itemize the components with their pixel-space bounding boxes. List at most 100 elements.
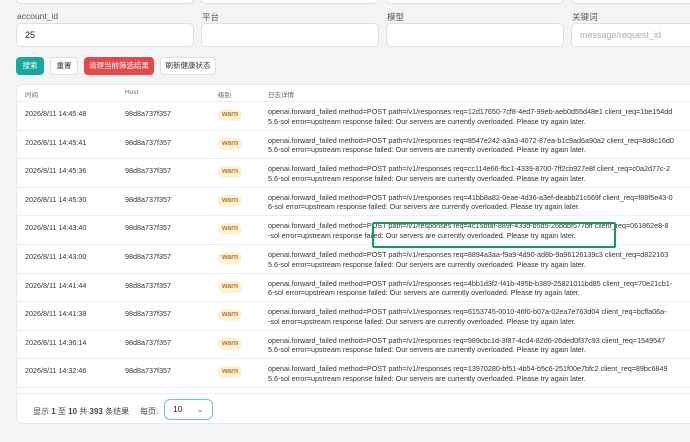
- row-host: 98d8a737f357: [125, 280, 171, 290]
- row-time: 2026/8/11 14:43:40: [25, 223, 87, 233]
- detail-line-2: 5.6-sol error=upstream response failed: …: [268, 116, 586, 126]
- keyword-input[interactable]: message/request_id: [571, 23, 690, 47]
- row-detail: openai.forward_failed method=POST path=/…: [268, 279, 672, 298]
- per-page-label: 每页:: [140, 407, 159, 416]
- top-input-stub-4[interactable]: [571, 0, 690, 4]
- account-id-value: 25: [25, 30, 36, 40]
- table-row[interactable]: 2026/8/11 14:43:00 98d8a737f357 warn ope…: [17, 245, 690, 274]
- detail-line-2: 5.6-sol error=upstream response failed: …: [268, 373, 586, 383]
- row-time: 2026/8/11 14:45:41: [25, 137, 87, 147]
- search-button[interactable]: 搜索: [16, 57, 44, 75]
- detail-line-2: -sol error=upstream response failed: Our…: [268, 230, 576, 240]
- level-badge: warn: [218, 309, 242, 322]
- header-detail: 日志详情: [268, 92, 294, 99]
- detail-line-1: openai.forward_failed method=POST path=/…: [268, 364, 668, 374]
- pagination-bar: 显示 1 至 10 共 393 条结果 每页: 10 ⌄: [17, 393, 690, 423]
- level-badge: warn: [218, 280, 242, 293]
- table-row[interactable]: 2026/8/11 14:41:44 98d8a737f357 warn ope…: [17, 274, 690, 303]
- keyword-label: 关键词: [572, 12, 598, 22]
- chevron-down-icon: ⌄: [196, 404, 204, 414]
- reset-button[interactable]: 重置: [50, 57, 78, 75]
- level-badge: warn: [218, 109, 242, 121]
- detail-line-1: openai.forward_failed method=POST path=/…: [268, 278, 673, 288]
- refresh-health-button[interactable]: 刷新健康状态: [160, 57, 216, 75]
- account-id-input[interactable]: 25: [16, 23, 194, 47]
- detail-line-1: openai.forward_failed method=POST path=/…: [268, 135, 674, 145]
- keyword-placeholder: message/request_id: [580, 30, 662, 40]
- table-row[interactable]: 2026/8/11 14:45:48 98d8a737f357 warn ope…: [17, 102, 690, 131]
- table-row[interactable]: 2026/8/11 14:32:46 98d8a737f357 warn ope…: [17, 359, 690, 388]
- table-row[interactable]: 2026/8/11 14:45:36 98d8a737f357 warn ope…: [17, 159, 690, 188]
- row-detail: openai.forward_failed method=POST path=/…: [268, 307, 667, 326]
- table-row[interactable]: 2026/8/11 14:43:40 98d8a737f357 warn ope…: [17, 216, 690, 245]
- row-detail: openai.forward_failed method=POST path=/…: [268, 193, 673, 212]
- detail-line-1: openai.forward_failed method=POST path=/…: [268, 164, 670, 174]
- top-input-stub-3[interactable]: [386, 0, 564, 4]
- row-host: 98d8a737f357: [125, 223, 171, 233]
- header-level: 级别: [218, 92, 231, 99]
- table-row[interactable]: 2026/8/11 14:45:41 98d8a737f357 warn ope…: [17, 131, 690, 160]
- row-detail: openai.forward_failed method=POST path=/…: [268, 107, 672, 126]
- row-time: 2026/8/11 14:45:30: [25, 194, 87, 204]
- range-sep: 至: [57, 407, 66, 416]
- level-badge: warn: [218, 252, 242, 264]
- per-page-value: 10: [173, 404, 183, 414]
- model-label: 模型: [387, 12, 405, 22]
- row-detail: openai.forward_failed method=POST path=/…: [268, 364, 667, 383]
- row-detail: openai.forward_failed method=POST path=/…: [268, 336, 665, 355]
- detail-line-1: openai.forward_failed method=POST path=/…: [268, 221, 669, 231]
- row-time: 2026/8/11 14:41:44: [25, 280, 87, 290]
- detail-line-1: openai.forward_failed method=POST path=/…: [268, 192, 673, 202]
- per-page-select[interactable]: 10 ⌄: [164, 399, 213, 420]
- table-row[interactable]: 2026/8/11 14:45:30 98d8a737f357 warn ope…: [17, 188, 690, 217]
- row-time: 2026/8/11 14:36:14: [25, 337, 87, 347]
- range-to: 10: [68, 407, 78, 416]
- detail-line-2: 5.6-sol error=upstream response failed: …: [268, 173, 586, 183]
- header-host: Host: [125, 89, 139, 96]
- level-badge: warn: [218, 366, 242, 379]
- platform-input[interactable]: [201, 23, 379, 47]
- model-input[interactable]: [386, 23, 564, 47]
- row-host: 98d8a737f357: [125, 137, 171, 147]
- detail-line-1: openai.forward_failed method=POST path=/…: [268, 250, 669, 259]
- total-prefix: 共: [79, 407, 88, 416]
- total-count: 393: [89, 407, 103, 416]
- row-detail: openai.forward_failed method=POST path=/…: [268, 250, 668, 269]
- log-table-card: 时间 Host 级别 日志详情 2026/8/11 14:45:48 98d8a…: [16, 84, 690, 424]
- row-host: 98d8a737f357: [125, 109, 171, 118]
- detail-line-2: 5.6-sol error=upstream response failed: …: [268, 145, 586, 155]
- level-badge: warn: [218, 194, 242, 207]
- row-host: 98d8a737f357: [125, 366, 171, 376]
- platform-label: 平台: [202, 12, 220, 22]
- detail-line-2: 6-sol error=upstream response failed: Ou…: [268, 202, 580, 212]
- level-badge: warn: [218, 337, 242, 350]
- account-id-label: account_id: [17, 11, 59, 21]
- row-time: 2026/8/11 14:43:00: [25, 252, 87, 261]
- top-input-stub-1[interactable]: [16, 0, 194, 4]
- level-badge: warn: [218, 166, 242, 179]
- row-detail: openai.forward_failed method=POST path=/…: [268, 136, 674, 155]
- detail-line-1: openai.forward_failed method=POST path=/…: [268, 307, 667, 317]
- detail-line-2: 6-sol error=upstream response failed: Ou…: [268, 288, 580, 298]
- pagination-summary: 显示 1 至 10 共 393 条结果: [33, 406, 129, 417]
- clear-filtered-button[interactable]: 清理当前筛选结果: [84, 57, 154, 75]
- detail-line-1: openai.forward_failed method=POST path=/…: [268, 335, 666, 345]
- row-detail: openai.forward_failed method=POST path=/…: [268, 164, 670, 183]
- row-detail: openai.forward_failed method=POST path=/…: [268, 221, 669, 240]
- summary-suffix: 条结果: [105, 407, 130, 416]
- header-time: 时间: [25, 92, 38, 99]
- detail-line-1: openai.forward_failed method=POST path=/…: [268, 107, 673, 116]
- range-from: 1: [51, 407, 56, 416]
- level-badge: warn: [218, 223, 242, 236]
- table-row[interactable]: 2026/8/11 14:41:38 98d8a737f357 warn ope…: [17, 302, 690, 331]
- row-host: 98d8a737f357: [125, 166, 171, 176]
- top-input-stub-2[interactable]: [201, 0, 379, 4]
- summary-prefix: 显示: [33, 407, 49, 416]
- row-host: 98d8a737f357: [125, 309, 171, 319]
- row-host: 98d8a737f357: [125, 337, 171, 347]
- level-badge: warn: [218, 137, 242, 150]
- table-row[interactable]: 2026/8/11 14:36:14 98d8a737f357 warn ope…: [17, 331, 690, 360]
- row-time: 2026/8/11 14:32:46: [25, 366, 87, 376]
- table-header: 时间 Host 级别 日志详情: [17, 85, 690, 102]
- row-host: 98d8a737f357: [125, 252, 171, 261]
